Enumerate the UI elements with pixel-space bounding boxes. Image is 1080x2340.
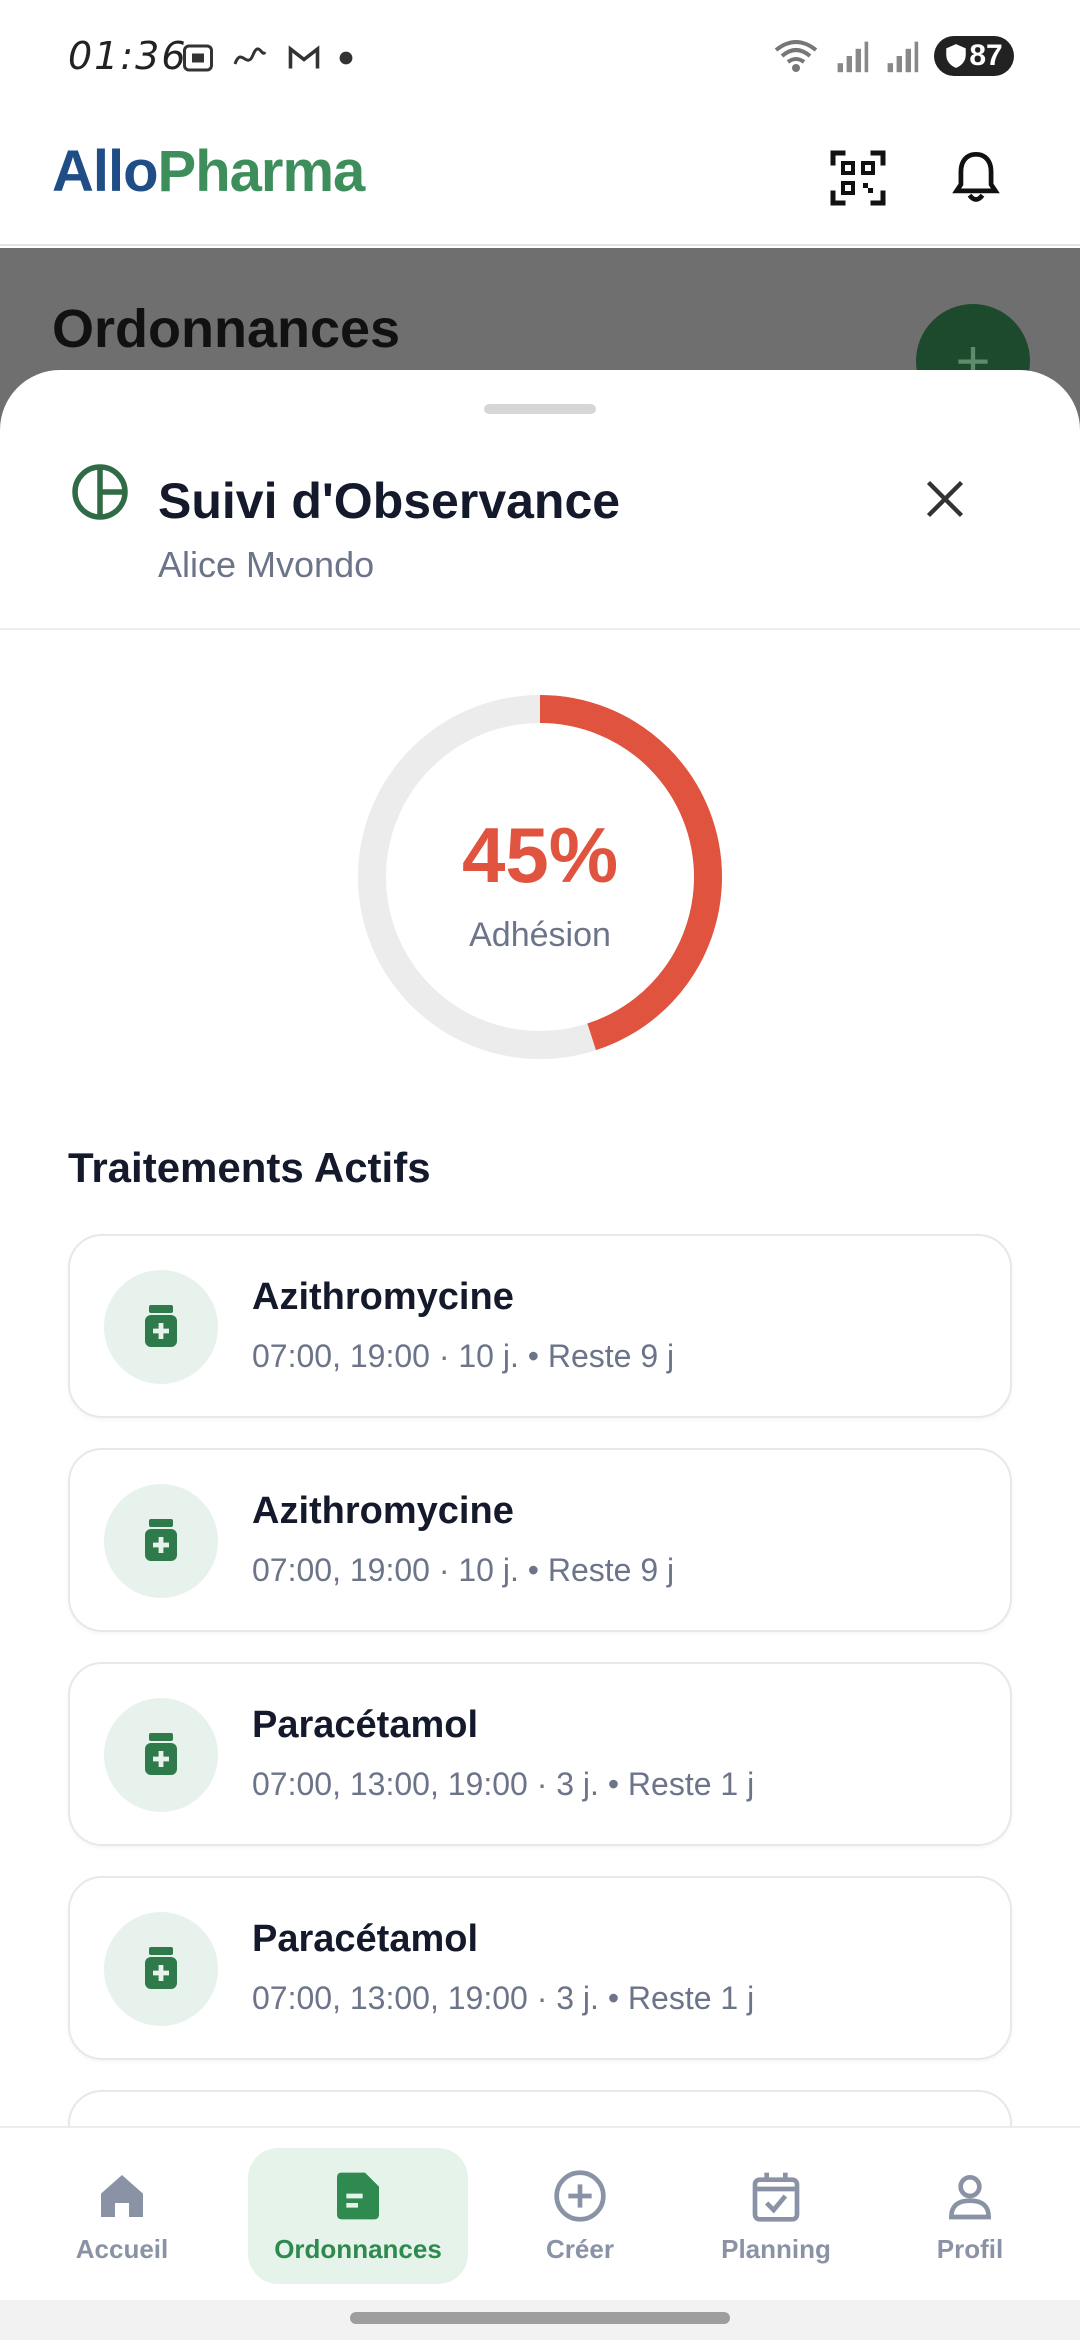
active-treatments-heading: Traitements Actifs <box>68 1144 431 1191</box>
calendar-check-icon <box>752 2172 800 2222</box>
plus-circle-icon <box>554 2169 606 2222</box>
sheet-drag-handle[interactable] <box>484 404 596 414</box>
gmail-icon <box>288 45 320 69</box>
treatment-name: Azithromycine <box>252 1490 514 1532</box>
nav-item-accueil[interactable]: Accueil <box>52 2148 192 2284</box>
nav-label: Ordonnances <box>274 2233 442 2264</box>
signal-icon-2 <box>887 41 919 73</box>
user-icon <box>948 2174 992 2219</box>
adherence-bottom-sheet: Suivi d'Observance Alice Mvondo 45% Adhé… <box>0 370 1080 2130</box>
wifi-icon <box>774 40 818 72</box>
treatment-schedule: 07:00, 19:00 · 10 j. • Reste 9 j <box>252 1338 675 1374</box>
treatment-name: Paracétamol <box>252 1704 479 1746</box>
close-icon <box>926 480 964 518</box>
nav-item-profil[interactable]: Profil <box>910 2148 1030 2284</box>
logo-part-pharma: Pharma <box>157 139 366 204</box>
sheet-title: Suivi d'Observance <box>158 473 621 529</box>
status-notification-icons <box>180 40 354 76</box>
treatment-card[interactable]: Paracétamol 07:00, 13:00, 19:00 · 3 j. •… <box>68 1876 1012 2060</box>
app-header: AlloPharma <box>0 118 1080 246</box>
nav-item-planning[interactable]: Planning <box>706 2148 846 2284</box>
nav-label: Profil <box>936 2233 1004 2264</box>
treatment-name: Azithromycine <box>252 1276 514 1318</box>
treatment-card-partial[interactable] <box>68 2090 1012 2130</box>
status-time: 01:36 <box>68 34 188 78</box>
treatment-card[interactable]: Paracétamol 07:00, 13:00, 19:00 · 3 j. •… <box>68 1662 1012 1846</box>
battery-level: 87 <box>969 39 1003 72</box>
pie-chart-icon <box>72 464 128 520</box>
nav-item-ordonnances[interactable]: Ordonnances <box>248 2148 468 2284</box>
adherence-percentage: 45% <box>461 811 619 899</box>
qr-code-icon <box>830 150 886 206</box>
scribble-icon <box>233 47 267 65</box>
medicine-bottle-icon <box>104 1698 218 1812</box>
treatment-schedule: 07:00, 19:00 · 10 j. • Reste 9 j <box>252 1552 675 1588</box>
close-button[interactable] <box>908 462 982 536</box>
nav-item-creer[interactable]: Créer <box>520 2148 640 2284</box>
active-treatments-list: Azithromycine 07:00, 19:00 · 10 j. • Res… <box>68 1234 1012 2130</box>
signal-icon <box>837 41 869 73</box>
battery-indicator: 87 <box>934 36 1014 76</box>
document-icon <box>337 2172 379 2219</box>
treatment-schedule: 07:00, 13:00, 19:00 · 3 j. • Reste 1 j <box>252 1980 755 2016</box>
medicine-bottle-icon <box>104 1484 218 1598</box>
treatment-name: Paracétamol <box>252 1918 479 1960</box>
treatment-card[interactable]: Azithromycine 07:00, 19:00 · 10 j. • Res… <box>68 1234 1012 1418</box>
medicine-bottle-icon <box>104 1912 218 2026</box>
nav-label: Créer <box>546 2233 614 2264</box>
home-icon <box>101 2174 143 2217</box>
status-system-icons: 87 <box>772 36 1014 76</box>
qr-scan-button[interactable] <box>818 138 898 218</box>
bottom-navigation: Accueil Ordonnances Créer Planning Profi… <box>0 2126 1080 2300</box>
adherence-label: Adhésion <box>469 916 611 954</box>
background-page-title: Ordonnances <box>52 299 401 359</box>
bell-icon <box>952 151 1000 202</box>
logo-part-allo: Allo <box>52 139 159 204</box>
dot-icon <box>339 51 353 65</box>
treatment-schedule: 07:00, 13:00, 19:00 · 3 j. • Reste 1 j <box>252 1766 755 1802</box>
status-bar: 01:36 87 <box>0 0 1080 118</box>
screenshot-icon <box>183 44 213 72</box>
home-gesture-bar[interactable] <box>350 2312 730 2324</box>
notifications-button[interactable] <box>936 138 1016 218</box>
patient-name: Alice Mvondo <box>158 544 375 585</box>
nav-label: Accueil <box>75 2233 169 2264</box>
treatment-card[interactable]: Azithromycine 07:00, 19:00 · 10 j. • Res… <box>68 1448 1012 1632</box>
nav-label: Planning <box>721 2233 831 2264</box>
medicine-bottle-icon <box>104 1270 218 1384</box>
app-logo: AlloPharma <box>52 138 366 205</box>
shield-icon <box>946 44 967 68</box>
